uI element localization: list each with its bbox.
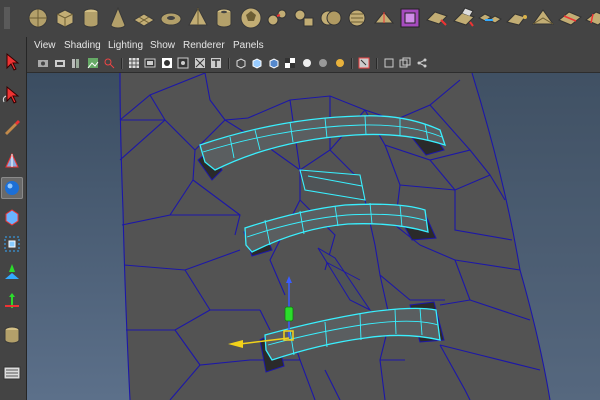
extract-icon[interactable] <box>396 4 424 32</box>
separate-icon[interactable] <box>290 4 318 32</box>
xray-components-icon[interactable] <box>416 57 428 69</box>
poly-torus-icon[interactable] <box>157 4 185 32</box>
default-light-icon[interactable] <box>334 57 346 69</box>
smooth-icon[interactable] <box>343 4 371 32</box>
wireframe-icon[interactable] <box>235 57 247 69</box>
select-tool-icon[interactable] <box>1 51 23 73</box>
move-tool-icon[interactable] <box>1 148 23 170</box>
rotate-tool-icon[interactable] <box>1 177 23 199</box>
bridge-icon[interactable] <box>476 4 504 32</box>
menu-view[interactable]: View <box>34 40 56 52</box>
camera-attributes-icon[interactable] <box>54 57 66 69</box>
mirror-icon[interactable] <box>370 4 398 32</box>
bevel-icon[interactable] <box>423 4 451 32</box>
menu-shading[interactable]: Shading <box>64 40 101 52</box>
camera-select-icon[interactable] <box>37 57 49 69</box>
lasso-tool-icon[interactable] <box>1 84 23 106</box>
menu-panels[interactable]: Panels <box>233 40 264 52</box>
last-tool-icon[interactable] <box>1 290 23 312</box>
safe-action-icon[interactable] <box>194 57 206 69</box>
poly-shelf <box>0 0 600 38</box>
toolbar-separator <box>227 58 230 69</box>
perspective-viewport[interactable] <box>27 73 600 400</box>
menu-lighting[interactable]: Lighting <box>108 40 143 52</box>
insert-edge-loop-icon[interactable] <box>556 4 584 32</box>
grid-icon[interactable] <box>128 57 140 69</box>
field-chart-icon[interactable] <box>177 57 189 69</box>
viewport-scene <box>27 73 600 400</box>
scale-tool-icon[interactable] <box>1 205 23 227</box>
isolate-select-icon[interactable] <box>358 57 370 69</box>
textured-icon[interactable] <box>284 57 296 69</box>
bookmark-icon[interactable] <box>70 57 82 69</box>
wireframe-on-shaded-icon[interactable] <box>268 57 280 69</box>
menu-show[interactable]: Show <box>150 40 175 52</box>
soft-mod-icon[interactable] <box>1 233 23 255</box>
poly-soccer-ball-icon[interactable] <box>237 4 265 32</box>
smooth-shade-icon[interactable] <box>251 57 263 69</box>
poly-cone-icon[interactable] <box>104 4 132 32</box>
toolbar-separator <box>375 58 378 69</box>
2d-pan-zoom-icon[interactable] <box>103 57 115 69</box>
poly-cube-icon[interactable] <box>51 4 79 32</box>
combine-icon[interactable] <box>263 4 291 32</box>
film-gate-icon[interactable] <box>144 57 156 69</box>
poly-pipe-icon[interactable] <box>210 4 238 32</box>
use-all-lights-icon[interactable] <box>301 57 313 69</box>
safe-title-icon[interactable] <box>210 57 222 69</box>
poly-plane-icon[interactable] <box>130 4 158 32</box>
panel-toolbar <box>27 55 600 73</box>
poly-sphere-icon[interactable] <box>24 4 52 32</box>
cylinder-tool-icon[interactable] <box>1 324 23 346</box>
outliner-icon[interactable] <box>1 362 23 384</box>
menu-renderer[interactable]: Renderer <box>183 40 225 52</box>
split-polygon-icon[interactable] <box>583 4 600 32</box>
resolution-gate-icon[interactable] <box>161 57 173 69</box>
toolbar-separator <box>351 58 353 69</box>
boolean-icon[interactable] <box>317 4 345 32</box>
poly-pyramid-icon[interactable] <box>184 4 212 32</box>
shelf-overflow-handle[interactable] <box>0 4 14 32</box>
image-plane-icon[interactable] <box>87 57 99 69</box>
xray-joints-icon[interactable] <box>399 57 411 69</box>
panel-menu-bar: View Shading Lighting Show Renderer Pane… <box>27 37 600 55</box>
extrude-icon[interactable] <box>450 4 478 32</box>
shadows-icon[interactable] <box>317 57 329 69</box>
toolbar-separator <box>120 58 123 69</box>
toolbox <box>0 37 27 400</box>
poly-cylinder-icon[interactable] <box>77 4 105 32</box>
wedge-icon[interactable] <box>529 4 557 32</box>
append-polygon-icon[interactable] <box>503 4 531 32</box>
show-manipulator-icon[interactable] <box>1 261 23 283</box>
xray-icon[interactable] <box>383 57 395 69</box>
paint-select-icon[interactable] <box>1 116 23 138</box>
